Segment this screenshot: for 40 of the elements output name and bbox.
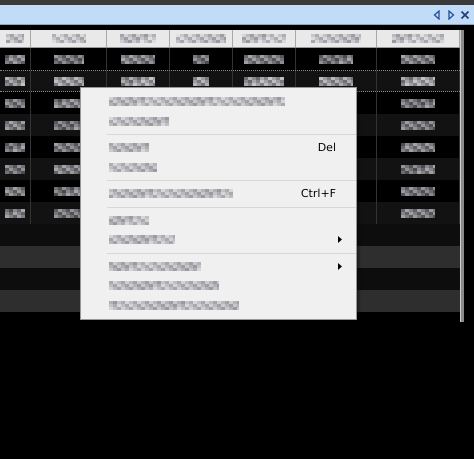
pixelated-text: [401, 120, 435, 130]
pixelated-text: [401, 98, 435, 108]
pixelated-text: [109, 162, 157, 172]
pixelated-text: [52, 34, 86, 43]
pixelated-text: [401, 142, 435, 152]
pixelated-text: [5, 186, 25, 196]
shortcut-label: Ctrl+F: [300, 187, 336, 200]
close-icon[interactable]: [460, 10, 470, 20]
pixelated-text: [5, 54, 25, 64]
pixelated-text: [401, 164, 435, 174]
left-arrow-icon[interactable]: [432, 10, 442, 20]
pixelated-text: [5, 98, 25, 108]
pixelated-text: [242, 34, 286, 43]
pixelated-text: [5, 76, 25, 86]
pixelated-text: [109, 143, 149, 152]
pixelated-text: [5, 164, 25, 174]
pixelated-text: [176, 34, 226, 43]
pixelated-text: [109, 216, 149, 225]
pixelated-text: [401, 186, 435, 196]
pixelated-text: [319, 54, 353, 64]
pixelated-text: [244, 54, 284, 64]
shortcut-label: Del: [318, 141, 336, 154]
pixelated-text: [401, 76, 435, 86]
pixelated-text: [54, 54, 84, 64]
pixelated-text: [120, 34, 156, 43]
pixelated-text: [5, 120, 25, 130]
pixelated-text: [6, 34, 24, 43]
pixelated-text: [392, 34, 444, 43]
pixelated-text: [5, 208, 25, 218]
right-arrow-icon[interactable]: [446, 10, 456, 20]
menu-item[interactable]: Del: [81, 138, 356, 158]
menu-item[interactable]: Ctrl+F: [81, 184, 356, 204]
pixelated-text: [311, 34, 361, 43]
pixelated-text: [193, 54, 209, 64]
pixelated-text: [121, 54, 155, 64]
pixelated-text: [401, 208, 435, 218]
pixelated-text: [401, 54, 435, 64]
pixelated-text: [109, 116, 169, 126]
pixelated-text: [109, 235, 175, 244]
pixelated-text: [5, 142, 25, 152]
